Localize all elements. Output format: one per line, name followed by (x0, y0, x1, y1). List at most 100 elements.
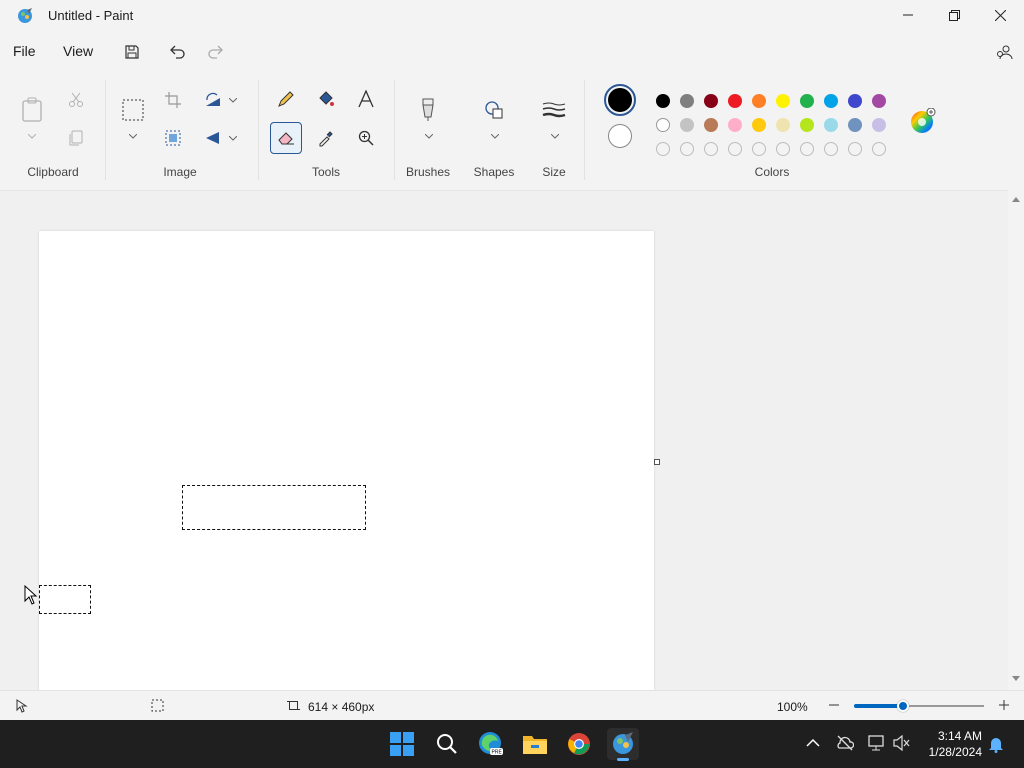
vertical-scrollbar[interactable] (1008, 190, 1024, 689)
palette-swatch[interactable] (704, 118, 718, 132)
zoom-slider-thumb[interactable] (897, 700, 910, 712)
chrome-button[interactable] (563, 728, 595, 760)
palette-swatch[interactable] (752, 94, 766, 108)
palette-swatch[interactable] (680, 118, 694, 132)
custom-color-slot[interactable] (752, 142, 766, 156)
redo-button[interactable] (206, 42, 226, 62)
start-button[interactable] (386, 728, 418, 760)
restore-button[interactable] (931, 0, 977, 30)
paint-taskbar-button[interactable] (607, 728, 639, 761)
palette-swatch[interactable] (872, 118, 886, 132)
scroll-down-icon[interactable] (1011, 675, 1021, 683)
minimize-button[interactable] (885, 0, 931, 30)
rotate-button[interactable] (197, 84, 229, 116)
brushes-dropdown[interactable] (424, 132, 434, 140)
shapes-button[interactable] (478, 94, 510, 126)
selection-rectangle-small[interactable] (39, 585, 91, 614)
resize-icon (165, 130, 181, 146)
file-explorer-button[interactable] (519, 728, 551, 760)
selection-rectangle[interactable] (182, 485, 366, 530)
restore-icon (948, 9, 960, 21)
size-button[interactable] (538, 94, 570, 126)
select-button[interactable] (117, 94, 149, 126)
undo-button[interactable] (167, 42, 187, 62)
custom-color-slot[interactable] (776, 142, 790, 156)
color-picker-button[interactable] (310, 122, 342, 154)
palette-swatch[interactable] (656, 118, 670, 132)
pencil-button[interactable] (270, 83, 302, 115)
close-icon (994, 9, 1006, 21)
custom-color-slot[interactable] (824, 142, 838, 156)
resize-button[interactable] (157, 122, 189, 154)
custom-color-slot[interactable] (848, 142, 862, 156)
palette-swatch[interactable] (776, 118, 790, 132)
zoom-out-icon[interactable] (828, 699, 840, 711)
custom-color-slot[interactable] (680, 142, 694, 156)
magnifier-button[interactable] (350, 122, 382, 154)
search-icon (437, 734, 457, 754)
rotate-dropdown[interactable] (228, 96, 238, 104)
paste-dropdown[interactable] (27, 132, 37, 140)
clock-time: 3:14 AM (937, 729, 982, 743)
menu-view[interactable]: View (63, 43, 93, 59)
people-icon (997, 45, 1013, 60)
network-icon[interactable] (868, 735, 886, 751)
palette-swatch[interactable] (848, 94, 862, 108)
edit-colors-button[interactable] (910, 107, 936, 134)
onedrive-offline-icon[interactable] (836, 735, 854, 751)
zoom-in-icon[interactable] (998, 699, 1010, 711)
custom-color-slot[interactable] (800, 142, 814, 156)
fill-button[interactable] (310, 83, 342, 115)
account-button[interactable] (994, 42, 1014, 62)
volume-muted-icon[interactable] (893, 735, 911, 751)
status-bar: 614 × 460px 100% (0, 690, 1024, 721)
flip-dropdown[interactable] (228, 134, 238, 142)
custom-color-slot[interactable] (872, 142, 886, 156)
palette-swatch[interactable] (728, 94, 742, 108)
select-dropdown[interactable] (128, 132, 138, 140)
palette-swatch[interactable] (680, 94, 694, 108)
palette-swatch[interactable] (752, 118, 766, 132)
palette-swatch[interactable] (824, 94, 838, 108)
menu-file[interactable]: File (13, 43, 36, 59)
cut-button[interactable] (60, 84, 92, 116)
eraser-button[interactable] (270, 122, 302, 154)
palette-swatch[interactable] (656, 94, 670, 108)
palette-swatch[interactable] (872, 94, 886, 108)
palette-swatch[interactable] (728, 118, 742, 132)
scroll-up-icon[interactable] (1011, 195, 1021, 203)
crop-button[interactable] (157, 84, 189, 116)
edge-button[interactable]: PRE (475, 728, 507, 760)
palette-swatch[interactable] (800, 94, 814, 108)
custom-color-slot[interactable] (704, 142, 718, 156)
svg-text:PRE: PRE (492, 750, 503, 756)
custom-color-slot[interactable] (656, 142, 670, 156)
palette-swatch[interactable] (776, 94, 790, 108)
close-button[interactable] (977, 0, 1023, 30)
text-button[interactable] (350, 83, 382, 115)
palette-swatch[interactable] (824, 118, 838, 132)
drawing-canvas[interactable] (39, 231, 654, 691)
copy-button[interactable] (60, 122, 92, 154)
search-button[interactable] (431, 728, 463, 760)
chevron-up-icon[interactable] (806, 738, 820, 748)
palette-swatch[interactable] (800, 118, 814, 132)
paste-button[interactable] (16, 94, 48, 126)
size-dropdown[interactable] (550, 132, 560, 140)
save-button[interactable] (122, 42, 142, 62)
system-clock[interactable]: 3:14 AM 1/28/2024 (929, 728, 982, 760)
secondary-color-button[interactable] (608, 124, 632, 148)
primary-color-swatch (608, 88, 632, 112)
canvas-size-text: 614 × 460px (308, 700, 375, 714)
zoom-slider[interactable] (854, 700, 984, 712)
palette-swatch[interactable] (848, 118, 862, 132)
primary-color-button[interactable] (604, 84, 636, 116)
taskbar: PRE 3:14 AM 1/28/2024 (0, 720, 1024, 768)
canvas-resize-handle[interactable] (654, 459, 660, 465)
flip-button[interactable] (197, 122, 229, 154)
palette-swatch[interactable] (704, 94, 718, 108)
notification-bell-icon[interactable] (988, 735, 1004, 753)
shapes-dropdown[interactable] (490, 132, 500, 140)
brushes-button[interactable] (412, 94, 444, 126)
custom-color-slot[interactable] (728, 142, 742, 156)
